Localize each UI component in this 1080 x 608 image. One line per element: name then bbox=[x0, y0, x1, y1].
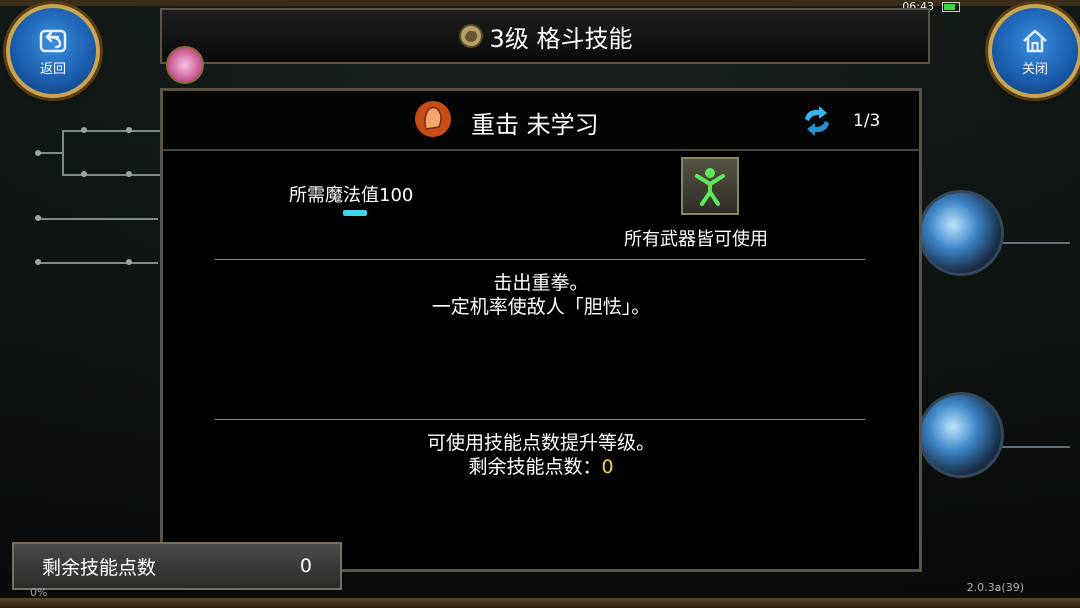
page-indicator: 1/3 bbox=[853, 111, 881, 131]
weapon-requirement: 所有武器皆可使用 bbox=[624, 229, 768, 250]
mp-requirement: 所需魔法值100 bbox=[289, 185, 414, 206]
home-icon bbox=[1023, 29, 1047, 52]
tree-node[interactable] bbox=[35, 150, 41, 156]
tree-node[interactable] bbox=[35, 215, 41, 221]
skill-header: 重击 未学习 1/3 bbox=[163, 91, 919, 151]
tree-node[interactable] bbox=[126, 259, 132, 265]
tree-node[interactable] bbox=[35, 259, 41, 265]
upgrade-line: 可使用技能点数提升等级。 bbox=[426, 432, 655, 454]
weapon-icon-box bbox=[681, 157, 739, 215]
close-label: 关闭 bbox=[1021, 61, 1048, 77]
skill-detail-panel: 重击 未学习 1/3 所需魔法值100 所有武器皆可使用 击出重拳。 一定机率使… bbox=[160, 88, 922, 572]
skill-orb-icon[interactable] bbox=[918, 392, 1004, 478]
skill-title: 重击 未学习 bbox=[471, 111, 599, 139]
window-title-bar: 3级 格斗技能 bbox=[160, 8, 930, 64]
person-icon bbox=[695, 168, 725, 206]
skill-points-value: 0 bbox=[299, 555, 312, 577]
back-label: 返回 bbox=[39, 61, 66, 77]
description-line: 击出重拳。 bbox=[493, 272, 589, 294]
divider bbox=[215, 419, 865, 420]
tree-node[interactable] bbox=[81, 127, 87, 133]
remaining-points-label: 剩余技能点数： bbox=[468, 456, 602, 478]
tree-node[interactable] bbox=[126, 127, 132, 133]
skill-orb-icon[interactable] bbox=[918, 190, 1004, 276]
remaining-points-value: 0 bbox=[601, 456, 614, 478]
description-line: 一定机率使敌人「胆怯」。 bbox=[431, 296, 651, 318]
skill-tree bbox=[20, 110, 170, 310]
battery-icon bbox=[942, 1, 960, 12]
tree-node[interactable] bbox=[81, 171, 87, 177]
fist-badge-icon bbox=[458, 24, 483, 48]
skill-description: 击出重拳。 一定机率使敌人「胆怯」。 bbox=[163, 271, 919, 319]
frame-bottom bbox=[0, 598, 1080, 608]
divider bbox=[215, 259, 865, 260]
skill-points-box: 剩余技能点数 0 bbox=[12, 542, 342, 590]
gift-icon[interactable] bbox=[166, 46, 204, 84]
window-title: 3级 格斗技能 bbox=[489, 24, 633, 53]
fist-icon bbox=[415, 101, 451, 137]
remaining-points-line: 剩余技能点数：0 bbox=[163, 455, 919, 479]
mp-bar bbox=[343, 210, 367, 216]
close-button[interactable]: 关闭 bbox=[988, 4, 1080, 98]
tree-node[interactable] bbox=[126, 171, 132, 177]
upgrade-info: 可使用技能点数提升等级。 剩余技能点数：0 bbox=[163, 431, 919, 479]
back-arrow-icon bbox=[39, 29, 67, 52]
skill-points-label: 剩余技能点数 bbox=[42, 556, 157, 579]
back-button[interactable]: 返回 bbox=[6, 4, 100, 98]
version-label: 2.0.3a(39) bbox=[966, 581, 1024, 594]
cycle-icon[interactable] bbox=[799, 105, 835, 137]
